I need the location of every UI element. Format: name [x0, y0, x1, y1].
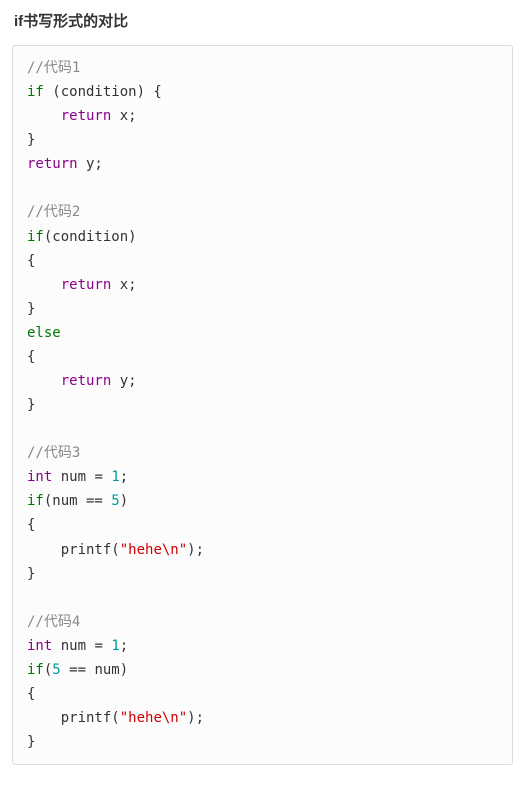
string: "hehe\n": [120, 542, 187, 558]
code-block: //代码1 if (condition) { return x; } retur…: [12, 45, 513, 765]
code-text: );: [187, 710, 204, 726]
code-text: }: [27, 734, 35, 750]
code-text: y;: [111, 373, 136, 389]
code-text: y;: [78, 156, 103, 172]
keyword-if: if: [27, 493, 44, 509]
code-text: }: [27, 566, 35, 582]
code-text: ;: [120, 638, 128, 654]
code-text: (: [111, 542, 119, 558]
keyword-return: return: [61, 373, 112, 389]
section-heading: if书写形式的对比: [12, 10, 513, 31]
string: "hehe\n": [120, 710, 187, 726]
code-text: );: [187, 542, 204, 558]
code-text: }: [27, 132, 35, 148]
keyword-if: if: [27, 662, 44, 678]
code-text: {: [27, 686, 35, 702]
keyword-return: return: [61, 108, 112, 124]
code-text: {: [27, 253, 35, 269]
code-text: (condition) {: [44, 84, 162, 100]
comment: //代码1: [27, 60, 80, 76]
comment: //代码4: [27, 614, 80, 630]
code-text: }: [27, 397, 35, 413]
function-printf: printf: [61, 542, 112, 558]
code-text: ): [120, 493, 128, 509]
keyword-return: return: [27, 156, 78, 172]
code-text: num =: [52, 638, 111, 654]
number: 5: [52, 662, 60, 678]
code-text: (: [111, 710, 119, 726]
number: 1: [111, 638, 119, 654]
comment: //代码2: [27, 204, 80, 220]
code-text: (num ==: [44, 493, 111, 509]
number: 1: [111, 469, 119, 485]
code-text: {: [27, 517, 35, 533]
code-text: num =: [52, 469, 111, 485]
keyword-if: if: [27, 229, 44, 245]
code-text: {: [27, 349, 35, 365]
type-int: int: [27, 469, 52, 485]
code-text: ;: [120, 469, 128, 485]
type-int: int: [27, 638, 52, 654]
keyword-if: if: [27, 84, 44, 100]
number: 5: [111, 493, 119, 509]
code-text: x;: [111, 277, 136, 293]
code-text: }: [27, 301, 35, 317]
code-text: == num): [61, 662, 128, 678]
function-printf: printf: [61, 710, 112, 726]
keyword-else: else: [27, 325, 61, 341]
code-text: x;: [111, 108, 136, 124]
code-text: (condition): [44, 229, 137, 245]
keyword-return: return: [61, 277, 112, 293]
comment: //代码3: [27, 445, 80, 461]
